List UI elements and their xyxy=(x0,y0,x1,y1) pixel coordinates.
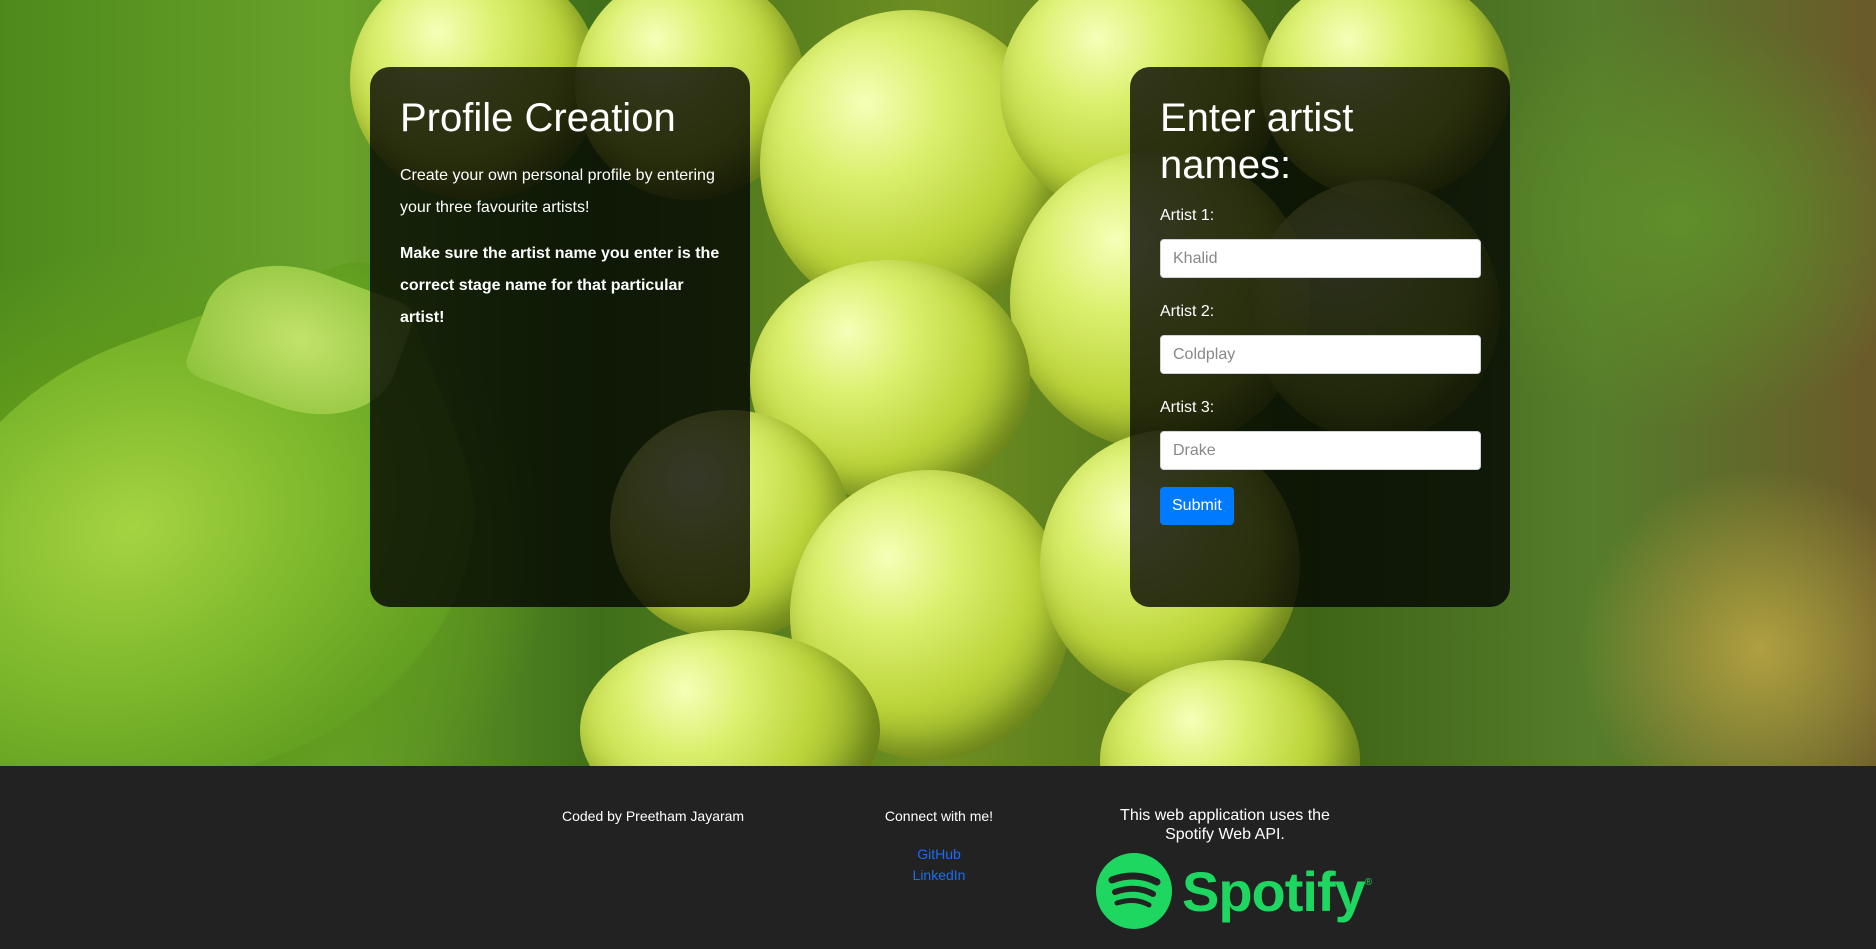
github-link[interactable]: GitHub xyxy=(884,844,994,865)
linkedin-link[interactable]: LinkedIn xyxy=(884,865,994,886)
artist-1-label: Artist 1: xyxy=(1160,207,1215,224)
footer-connect-heading: Connect with me! xyxy=(884,808,994,824)
profile-info-panel: Profile Creation Create your own persona… xyxy=(370,67,750,607)
footer-links: GitHub LinkedIn xyxy=(884,844,994,886)
artist-3-label: Artist 3: xyxy=(1160,399,1215,416)
artist-2-label: Artist 2: xyxy=(1160,303,1215,320)
spotify-wordmark: Spotify xyxy=(1182,859,1366,923)
registered-mark: ® xyxy=(1364,877,1373,888)
spotify-icon xyxy=(1096,853,1172,929)
artist-2-input[interactable] xyxy=(1160,335,1481,374)
profile-note: Make sure the artist name you enter is t… xyxy=(400,245,720,326)
background-photo xyxy=(0,0,1876,766)
spotify-logo: Spotify ® xyxy=(1096,851,1372,931)
profile-title: Profile Creation xyxy=(400,96,676,140)
artist-1-input[interactable] xyxy=(1160,239,1481,278)
submit-button[interactable]: Submit xyxy=(1160,487,1234,525)
form-title: Enter artist names: xyxy=(1160,96,1354,187)
artist-3-input[interactable] xyxy=(1160,431,1481,470)
artist-form-panel: Enter artist names: Artist 1: Artist 2: … xyxy=(1130,67,1510,607)
site-footer: Coded by Preetham Jayaram Connect with m… xyxy=(0,766,1876,949)
footer-api-note: This web application uses the Spotify We… xyxy=(1120,807,1330,843)
footer-credit: Coded by Preetham Jayaram xyxy=(562,808,745,824)
profile-intro: Create your own personal profile by ente… xyxy=(400,167,715,216)
